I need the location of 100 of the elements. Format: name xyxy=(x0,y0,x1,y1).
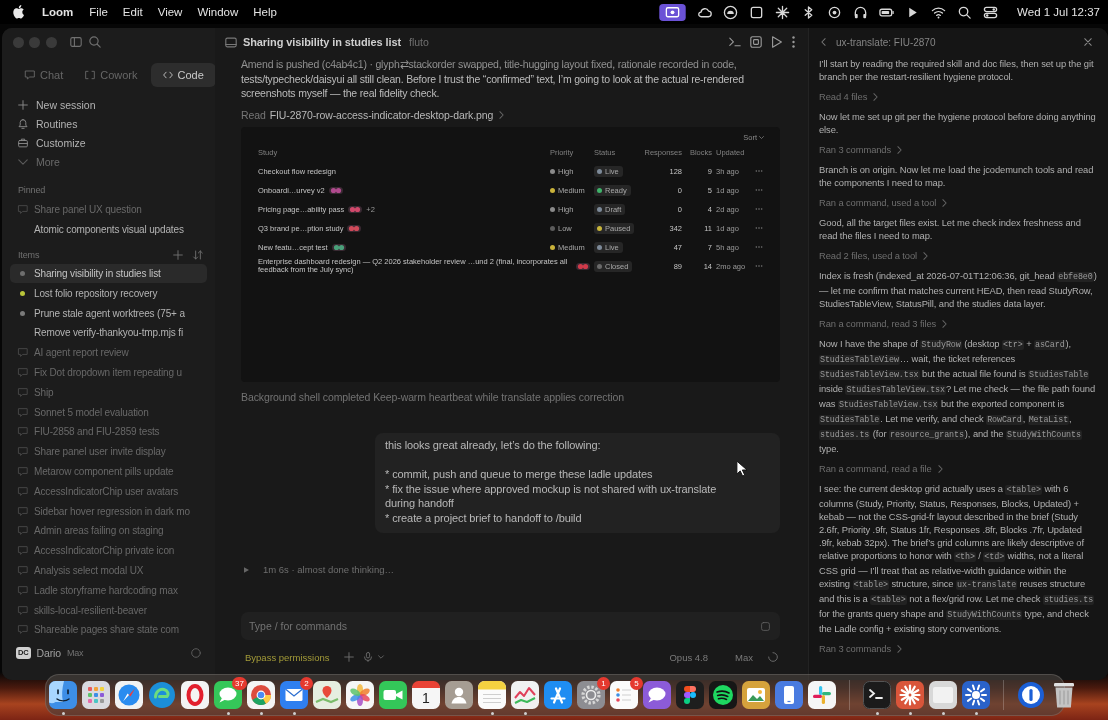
session-item[interactable]: Metarow component pills update xyxy=(10,461,207,482)
calendar-app[interactable]: 1 xyxy=(412,681,440,709)
tool-call-summary[interactable]: Ran a command, read 3 files xyxy=(819,317,948,330)
session-item[interactable]: Sidebar hover regression in dark mo xyxy=(10,501,207,521)
sort-arrows-icon[interactable] xyxy=(193,249,203,260)
session-item[interactable]: FIU-2858 and FIU-2859 tests xyxy=(10,421,207,442)
ring-icon[interactable] xyxy=(181,681,209,709)
mode-tab[interactable]: Cowork xyxy=(76,63,147,87)
blank-tile-icon[interactable] xyxy=(929,681,957,709)
a-shape-icon[interactable] xyxy=(544,681,572,709)
menubar-clock[interactable]: Wed 1 Jul 12:37 xyxy=(1017,6,1100,18)
sidebar-toggle-icon[interactable] xyxy=(70,36,82,48)
model-selector[interactable]: Opus 4.8 xyxy=(669,651,709,663)
search-icon[interactable] xyxy=(957,4,973,20)
mode-tab[interactable]: Code xyxy=(150,63,216,87)
back-chevron-icon[interactable] xyxy=(821,38,826,46)
person-silhouette-icon[interactable] xyxy=(445,681,473,709)
asterisk-icon[interactable] xyxy=(775,4,791,20)
envelope-icon[interactable] xyxy=(280,681,308,709)
sunburst-icon[interactable] xyxy=(962,681,990,709)
permission-mode-button[interactable]: Bypass permissions xyxy=(241,651,330,663)
more-dots-icon[interactable] xyxy=(755,265,763,268)
speech-bubble-icon[interactable] xyxy=(214,681,242,709)
session-item[interactable]: Lost folio repository recovery xyxy=(10,283,207,304)
map-pin-icon[interactable] xyxy=(313,681,341,709)
disclosure-triangle-icon[interactable] xyxy=(244,566,249,573)
menu-item[interactable]: Window xyxy=(197,6,239,18)
landscape-icon[interactable] xyxy=(742,681,770,709)
checklist-icon[interactable] xyxy=(610,681,638,709)
menu-item[interactable]: Help xyxy=(253,6,277,18)
more-dots-icon[interactable] xyxy=(755,170,763,173)
effort-selector[interactable]: Max xyxy=(735,651,753,663)
flower-icon[interactable] xyxy=(346,681,374,709)
line-graph-icon[interactable] xyxy=(511,681,539,709)
half-disc-icon[interactable] xyxy=(723,4,739,20)
tool-call-summary[interactable]: Read FIU-2870-row-access-indicator-desktop-dark.png xyxy=(241,108,505,121)
more-dots-icon[interactable] xyxy=(755,227,763,230)
screen-record-icon[interactable] xyxy=(659,3,687,21)
more-dots-icon[interactable] xyxy=(755,208,763,211)
mode-tab[interactable]: Chat xyxy=(16,63,73,87)
terminal-prompt-icon[interactable] xyxy=(729,36,741,48)
menu-item[interactable]: View xyxy=(157,6,183,18)
wheel-icon[interactable] xyxy=(247,681,275,709)
apple-logo-icon[interactable] xyxy=(13,5,24,19)
session-item[interactable]: Sonnet 5 model evaluation xyxy=(10,402,207,422)
grid-tile-icon[interactable] xyxy=(82,681,110,709)
terminal-icon[interactable] xyxy=(863,681,891,709)
app-menu[interactable]: Loom xyxy=(42,6,74,18)
nested-square-icon[interactable] xyxy=(750,36,762,48)
starburst-icon[interactable] xyxy=(896,681,924,709)
session-item[interactable]: AccessIndicatorChip user avatars xyxy=(10,481,207,502)
session-item[interactable]: AccessIndicatorChip private icon xyxy=(10,540,207,561)
tool-call-summary[interactable]: Ran 3 commands xyxy=(819,642,903,655)
notepad-icon[interactable] xyxy=(478,681,506,709)
session-item[interactable]: Sharing visibility in studies list xyxy=(10,263,207,284)
session-item[interactable]: Atomic components visual updates xyxy=(10,219,207,240)
gear-icon[interactable] xyxy=(577,681,605,709)
more-dots-icon[interactable] xyxy=(755,189,763,192)
smiley-tile-icon[interactable] xyxy=(49,681,77,709)
microphone-icon[interactable] xyxy=(363,652,374,662)
menu-item[interactable]: File xyxy=(89,6,108,18)
session-item[interactable]: Shareable pages share state com xyxy=(10,619,207,640)
menu-item[interactable]: Edit xyxy=(122,6,143,18)
tool-call-summary[interactable]: Ran a command, read a file xyxy=(819,462,943,475)
tool-call-summary[interactable]: Ran 3 commands xyxy=(819,143,903,156)
compass-icon[interactable] xyxy=(115,681,143,709)
video-camera-icon[interactable] xyxy=(379,681,407,709)
shapes-icon[interactable] xyxy=(676,681,704,709)
device-icon[interactable] xyxy=(775,681,803,709)
session-item[interactable]: Admin areas failing on staging xyxy=(10,520,207,541)
session-item[interactable]: AI agent report review xyxy=(10,342,207,363)
session-item[interactable]: Fix Dot dropdown item repeating u xyxy=(10,362,207,383)
nav-item[interactable]: More xyxy=(10,152,207,171)
tool-call-summary[interactable]: Read 2 files, used a tool xyxy=(819,249,929,262)
target-icon[interactable] xyxy=(827,4,843,20)
session-item[interactable]: Prune stale agent worktrees (75+ a xyxy=(10,303,207,323)
session-item[interactable]: Share panel UX question xyxy=(10,200,207,220)
more-dots-icon[interactable] xyxy=(755,246,763,249)
headphones-icon[interactable] xyxy=(853,4,869,20)
pinwheel-icon[interactable] xyxy=(808,681,836,709)
play-icon[interactable] xyxy=(771,36,783,48)
sound-waves-icon[interactable] xyxy=(709,681,737,709)
speech-bubble-icon[interactable] xyxy=(643,681,671,709)
square-icon[interactable] xyxy=(749,4,765,20)
session-item[interactable]: Remove verify-thankyou-tmp.mjs fi xyxy=(10,323,207,343)
session-item[interactable]: skills-local-resilient-beaver xyxy=(10,600,207,620)
control-center-icon[interactable] xyxy=(983,4,999,20)
session-item[interactable]: Analysis select modal UX xyxy=(10,560,207,581)
close-icon[interactable] xyxy=(1084,38,1092,46)
session-item[interactable]: Ladle storyframe hardcoding max xyxy=(10,580,207,601)
message-input[interactable]: Type / for commands xyxy=(241,612,780,640)
swirl-icon[interactable] xyxy=(148,681,176,709)
session-item[interactable]: Share panel user invite display xyxy=(10,441,207,462)
kebab-menu-icon[interactable] xyxy=(792,36,795,48)
nav-item[interactable]: Customize xyxy=(10,133,207,152)
nav-item[interactable]: Routines xyxy=(10,114,207,133)
keyhole-icon[interactable] xyxy=(1017,681,1045,709)
nav-item[interactable]: New session xyxy=(10,95,207,114)
session-item[interactable]: Ship xyxy=(10,382,207,403)
tool-call-summary[interactable]: Ran a command, used a tool xyxy=(819,196,948,209)
